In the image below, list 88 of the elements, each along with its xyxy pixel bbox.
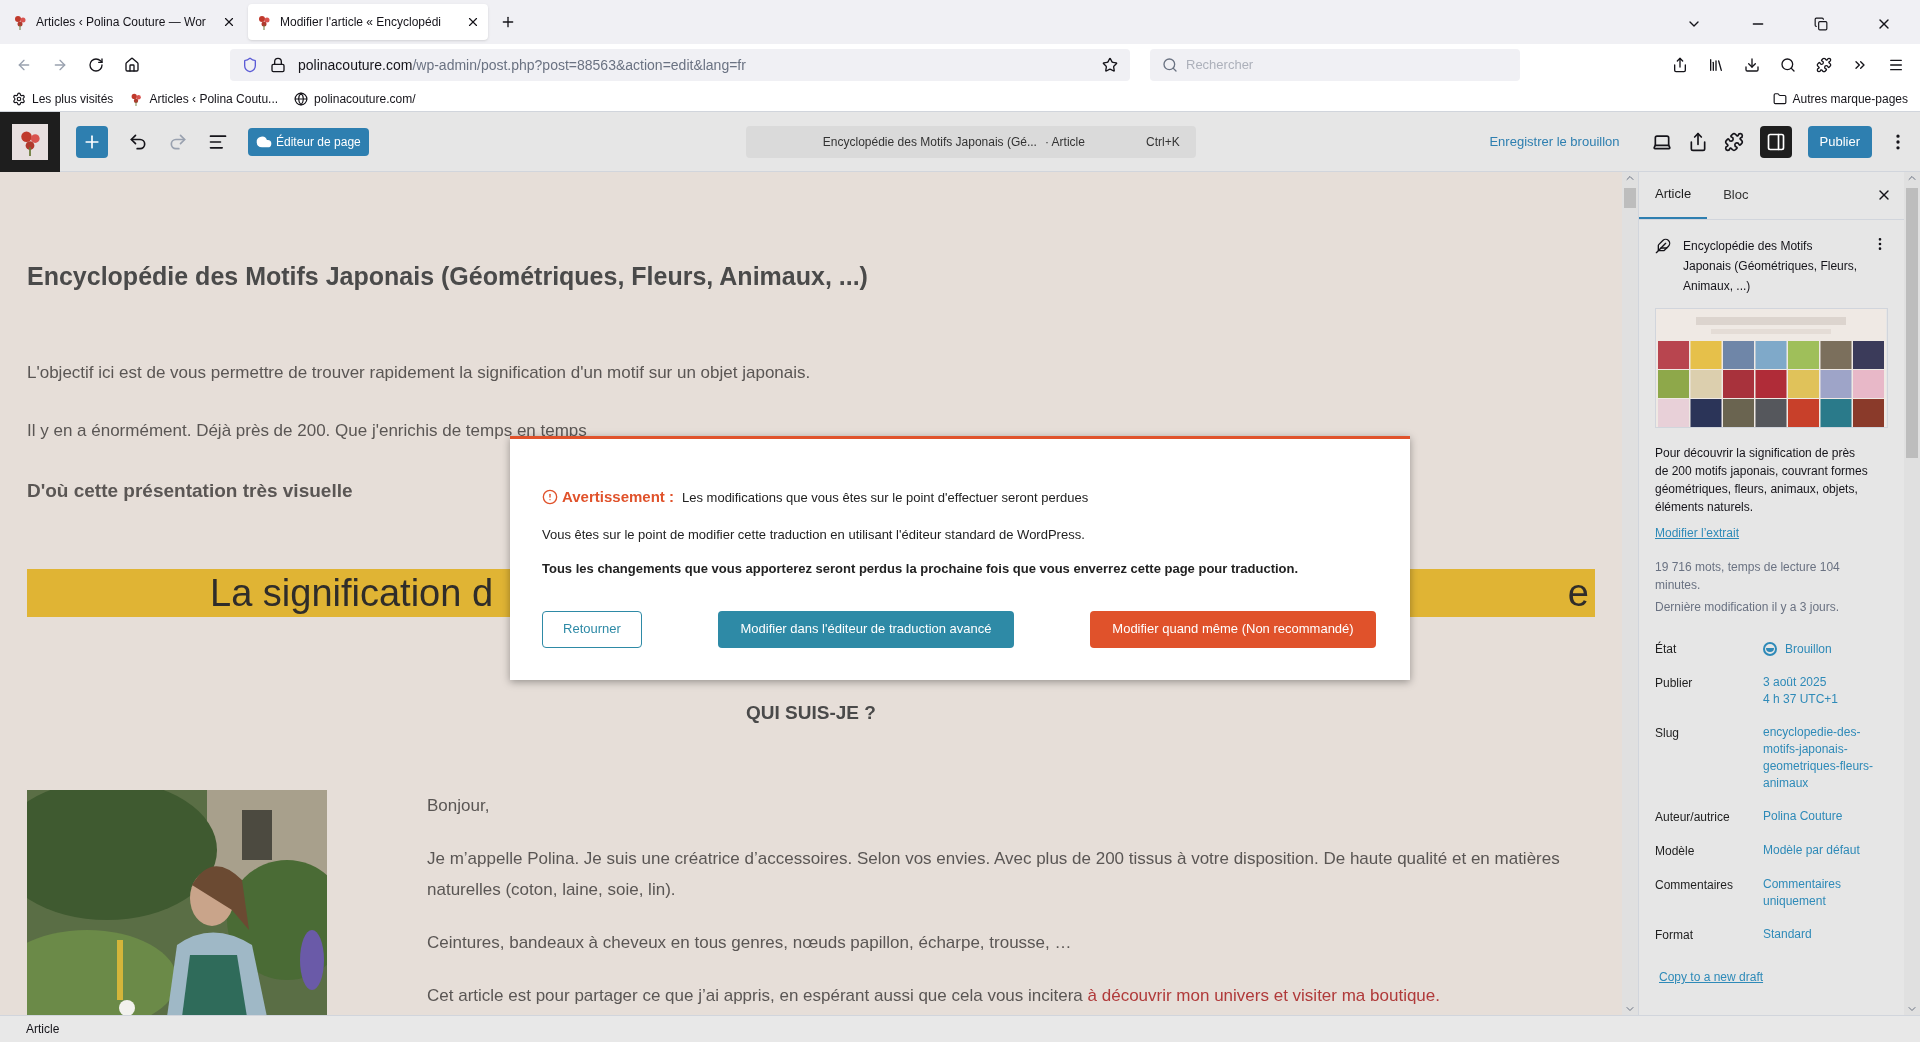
library-icon[interactable] [1708,57,1724,73]
new-tab-icon[interactable] [500,14,516,30]
field-label: État [1655,640,1678,658]
banner-heading: La signification d [210,570,494,616]
browser-tab[interactable]: Articles ‹ Polina Couture — Wor [4,4,244,40]
paragraph: Cet article est pour partager ce que j’ai appris, en espérant aussi que cela vous incitera à découvrir mon univers et visiter ma boutique. [427,984,1441,1007]
menu-icon[interactable] [1888,57,1904,73]
add-block-button[interactable] [76,125,108,158]
home-icon[interactable] [124,57,140,73]
plugin-icon[interactable] [1723,131,1744,152]
excerpt-text: Pour découvrir la signification de près de 200 motifs japonais, couvrant formes géométriques, fleurs, animaux, objets, éléments naturels. [1655,445,1869,516]
warning-text: Les modifications que vous êtes sur le point d'effectuer seront perdues [682,488,1089,507]
word-count-text: 19 716 mots, temps de lecture 104 minutes. [1655,559,1841,594]
bookmark-folder[interactable]: Autres marque-pages [1772,89,1908,108]
paragraph: L'objectif ici est de vous permettre de trouver rapidement la signification d'un motif sur un objet japonais. [27,361,811,384]
bookmark-item[interactable]: polinacouture.com/ [294,89,416,108]
field-label: Publier [1655,675,1694,692]
extensions-icon[interactable] [1816,57,1832,73]
draft-status-icon [1763,642,1777,656]
status-bar: Article [0,1015,1920,1042]
field-value-link[interactable]: Polina Couture [1763,808,1881,826]
scrollbar-thumb[interactable] [1624,188,1636,208]
dialog-button[interactable]: Modifier quand même (Non recommandé) [1090,610,1376,648]
address-bar[interactable]: polinacouture.com/wp-admin/post.php?post=88563&action=edit&lang=fr [230,49,1130,81]
undo-icon[interactable] [128,131,148,152]
sidebar-tab[interactable]: Bloc [1707,171,1765,219]
last-modified-text: Dernière modification il y a 3 jours. [1655,599,1841,616]
paragraph: Ceintures, bandeaux à cheveux en tous genres, nœuds papillon, écharpe, trousse, … [427,931,1073,954]
globe-icon [294,91,309,106]
url-text: polinacouture.com/wp-admin/post.php?post=88563&action=edit&lang=fr [298,55,747,75]
settings-toggle[interactable] [1759,125,1792,158]
warning-label: Avertissement : [562,487,674,507]
shield-icon[interactable] [242,57,258,73]
status-link[interactable]: Brouillon [1763,640,1832,658]
site-logo[interactable] [0,111,60,172]
page-editor-button[interactable]: Éditeur de page [248,127,369,156]
section-heading: QUI SUIS-JE ? [745,701,877,725]
paragraph: Il y en a énormément. Déjà près de 200. Que j'enrichis de temps en temps [27,420,587,442]
publish-button[interactable]: Publier [1807,125,1872,158]
banner-heading: e [1567,570,1589,616]
folder-icon [1772,91,1787,106]
field-label: Modèle [1655,843,1696,860]
flower-icon [12,14,28,30]
post-title: Encyclopédie des Motifs Japonais (Géométriques, Fleurs, Animaux, ...) [1683,238,1859,295]
flower-icon [256,14,272,30]
field-value-link[interactable]: Standard [1763,926,1881,944]
shop-link[interactable]: à découvrir mon univers et visiter ma boutique. [1087,985,1440,1005]
restore-icon[interactable] [1814,17,1828,31]
save-draft-link[interactable]: Enregistrer le brouillon [1489,131,1620,152]
field-value-link[interactable]: Modèle par défaut [1763,842,1881,860]
sidebar-tab[interactable]: Article [1639,171,1708,219]
download-icon[interactable] [1744,57,1760,73]
bookmark-item[interactable]: Articles ‹ Polina Coutu... [129,89,279,108]
search-input[interactable]: Rechercher [1186,55,1508,75]
bookmark-item[interactable]: Les plus visités [12,89,114,108]
search-icon [1162,57,1178,73]
dialog-text: Tous les changements que vous apporterez seront perdus la prochaine fois que vous enverrez cette page pour traduction. [542,560,1300,578]
warning-icon [542,489,558,506]
field-label: Slug [1655,725,1681,742]
dialog-button[interactable]: Modifier dans l'éditeur de traduction avancé [718,610,1014,648]
scrollbar-thumb[interactable] [1906,188,1918,458]
flower-icon [129,91,144,106]
search-field[interactable]: Rechercher [1150,49,1520,81]
field-value-link[interactable]: encyclopedie-des-motifs-japonais-geometriques-fleurs-animaux [1763,724,1881,792]
bookmark-star-icon[interactable] [1102,57,1118,73]
paragraph: D'où cette présentation très visuelle [27,478,353,503]
gear-icon [12,91,26,106]
browser-tab[interactable]: Modifier l'article « Encyclopédi [248,4,488,40]
close-icon[interactable] [222,15,236,29]
dialog-button[interactable]: Retourner [542,610,642,648]
copy-draft-link[interactable]: Copy to a new draft [1659,968,1888,986]
field-value-link[interactable]: Commentaires uniquement [1763,876,1881,910]
reload-icon[interactable] [88,57,104,73]
field-label: Format [1655,927,1694,944]
document-bar[interactable]: Encyclopédie des Motifs Japonais (Gé... · Article Ctrl+K [745,125,1196,158]
field-label: Commentaires [1655,877,1735,894]
close-icon[interactable] [466,15,480,29]
field-label: Auteur/autrice [1655,809,1731,826]
edit-excerpt-link[interactable]: Modifier l’extrait [1655,524,1888,542]
sidebar-icon [1765,131,1786,152]
post-title: Encyclopédie des Motifs Japonais (Géométriques, Fleurs, Animaux, ...) [27,261,869,292]
dialog-text: Vous êtes sur le point de modifier cette traduction en utilisant l'éditeur standard de WordPress. [542,525,1086,544]
search-icon[interactable] [1780,57,1796,73]
quill-icon [1655,238,1671,254]
field-value-link[interactable]: 3 août 2025 4 h 37 UTC+1 [1763,674,1881,708]
paragraph: Je m’appelle Polina. Je suis une créatrice d’accessoires. Selon vos envies. Avec plus de 200 tissus à votre disposition. De haute qualité et en matières naturelles (coton, laine, soie, lin). [427,847,1561,901]
paragraph: Bonjour, [427,794,491,817]
lock-icon[interactable] [270,57,286,73]
